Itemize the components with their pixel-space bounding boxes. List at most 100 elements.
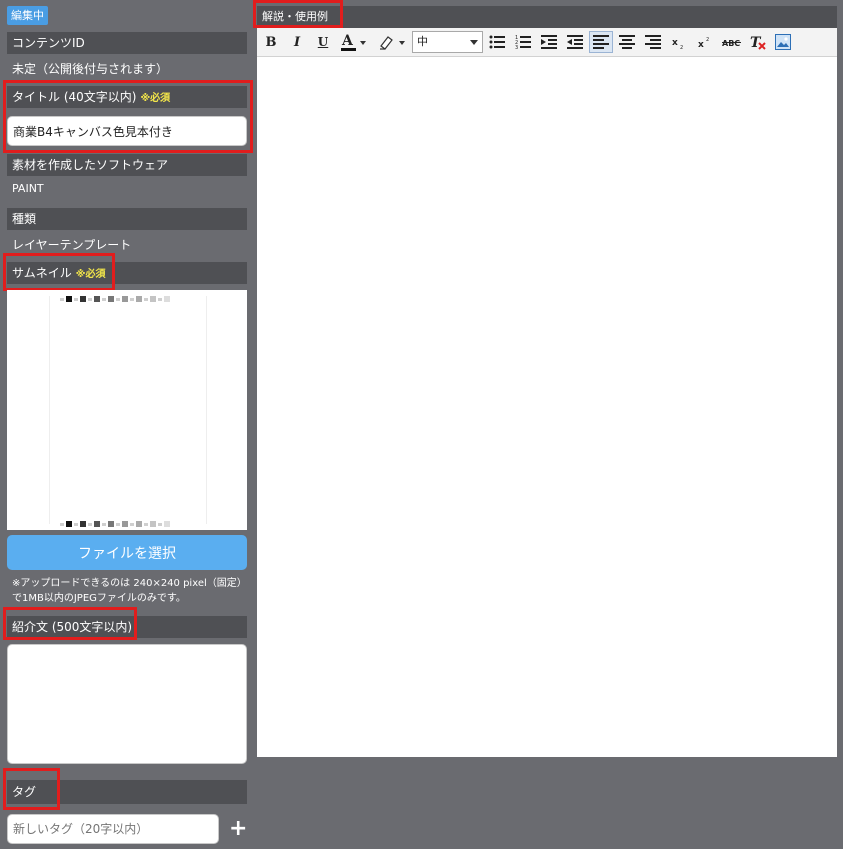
content-id-label: コンテンツID	[12, 36, 85, 50]
thumbnail-required-mark: ※必須	[75, 269, 106, 280]
swatch	[80, 521, 86, 527]
swatch	[164, 521, 170, 527]
swatch	[150, 296, 156, 302]
svg-text:ABC: ABC	[722, 39, 740, 48]
strikethrough-button[interactable]: ABC	[719, 31, 745, 53]
choose-file-button[interactable]: ファイルを選択	[7, 535, 247, 570]
upload-note: ※アップロードできるのは 240×240 pixel（固定）で1MB以内のJPE…	[12, 578, 242, 604]
swatch	[94, 521, 100, 527]
tag-header: タグ	[7, 780, 247, 804]
clear-format-button[interactable]: T	[747, 31, 769, 53]
swatch	[136, 521, 142, 527]
align-right-button[interactable]	[642, 31, 664, 53]
swatch	[136, 296, 142, 302]
swatch	[108, 521, 114, 527]
numbered-list-button[interactable]: 1 2 3	[512, 31, 534, 53]
swatch	[74, 297, 78, 301]
swatch	[122, 521, 128, 527]
swatch	[94, 296, 100, 302]
swatch	[130, 522, 134, 526]
editor-header: 解説・使用例	[257, 6, 837, 28]
swatch	[158, 297, 162, 301]
swatch	[88, 297, 92, 301]
outdent-button[interactable]	[564, 31, 586, 53]
image-icon	[775, 34, 791, 50]
swatch	[102, 522, 106, 526]
swatch	[122, 296, 128, 302]
svg-text:2: 2	[680, 45, 683, 49]
underline-button[interactable]: U	[312, 31, 334, 53]
type-label: 種類	[12, 212, 37, 226]
swatch	[130, 297, 134, 301]
align-center-icon	[619, 35, 635, 49]
clear-format-icon: T	[750, 35, 766, 50]
swatch	[108, 296, 114, 302]
swatch	[158, 522, 162, 526]
swatch	[144, 522, 148, 526]
font-color-button[interactable]: A	[339, 31, 369, 53]
intro-textarea[interactable]	[7, 644, 247, 764]
title-required-mark: ※必須	[140, 93, 171, 104]
chevron-down-icon	[470, 40, 478, 45]
superscript-icon: x 2	[698, 37, 709, 49]
bold-icon: B	[265, 34, 277, 50]
top-color-swatches	[60, 296, 170, 302]
intro-label: 紹介文 (500文字以内)	[12, 620, 133, 634]
type-header: 種類	[7, 208, 247, 230]
software-value: PAINT	[12, 182, 44, 195]
svg-text:2: 2	[706, 37, 709, 43]
swatch	[66, 296, 72, 302]
thumbnail-preview	[7, 290, 247, 530]
swatch	[150, 521, 156, 527]
swatch	[116, 522, 120, 526]
swatch	[80, 296, 86, 302]
status-badge: 編集中	[7, 6, 48, 25]
highlight-button[interactable]	[376, 31, 408, 53]
strikethrough-icon: ABC	[722, 39, 741, 48]
editor-label: 解説・使用例	[262, 10, 328, 23]
bulleted-list-button[interactable]	[486, 31, 508, 53]
swatch	[60, 297, 64, 301]
new-tag-input[interactable]	[7, 814, 219, 844]
editor-toolbar: B I U A 中 1 2 3 x 2 x 2 ABC T	[257, 28, 837, 57]
svg-text:3: 3	[515, 45, 518, 49]
title-label: タイトル (40文字以内)	[12, 90, 137, 104]
swatch	[116, 297, 120, 301]
subscript-icon: x 2	[672, 38, 683, 49]
software-header: 素材を作成したソフトウェア	[7, 154, 247, 176]
type-value: レイヤーテンプレート	[12, 238, 132, 252]
thumbnail-label: サムネイル	[12, 266, 72, 280]
font-size-select[interactable]: 中	[412, 31, 483, 53]
insert-image-button[interactable]	[772, 31, 794, 53]
svg-text:x: x	[698, 40, 704, 49]
thumbnail-header: サムネイル ※必須	[7, 262, 247, 284]
intro-header: 紹介文 (500文字以内)	[7, 616, 247, 638]
content-id-value: 未定（公開後付与されます）	[12, 62, 169, 76]
italic-button[interactable]: I	[286, 31, 308, 53]
align-left-button[interactable]	[589, 31, 613, 53]
swatch	[88, 522, 92, 526]
font-color-icon: A	[341, 33, 366, 51]
outdent-icon	[567, 35, 583, 49]
editor-content-area[interactable]	[257, 57, 837, 757]
indent-button[interactable]	[538, 31, 560, 53]
numbered-list-icon: 1 2 3	[515, 35, 531, 49]
content-id-header: コンテンツID	[7, 32, 247, 54]
swatch	[60, 522, 64, 526]
svg-text:A: A	[341, 33, 354, 49]
subscript-button[interactable]: x 2	[668, 31, 690, 53]
title-input[interactable]	[7, 116, 247, 146]
bottom-color-swatches	[60, 521, 170, 527]
align-right-icon	[645, 35, 661, 49]
align-center-button[interactable]	[616, 31, 638, 53]
add-tag-plus-icon[interactable]: +	[229, 818, 247, 840]
italic-icon: I	[293, 34, 301, 50]
swatch	[66, 521, 72, 527]
swatch	[144, 297, 148, 301]
tag-label: タグ	[12, 785, 37, 799]
font-size-value: 中	[417, 35, 428, 48]
thumbnail-canvas	[49, 296, 207, 527]
indent-icon	[541, 35, 557, 49]
bold-button[interactable]: B	[260, 31, 282, 53]
superscript-button[interactable]: x 2	[694, 31, 716, 53]
